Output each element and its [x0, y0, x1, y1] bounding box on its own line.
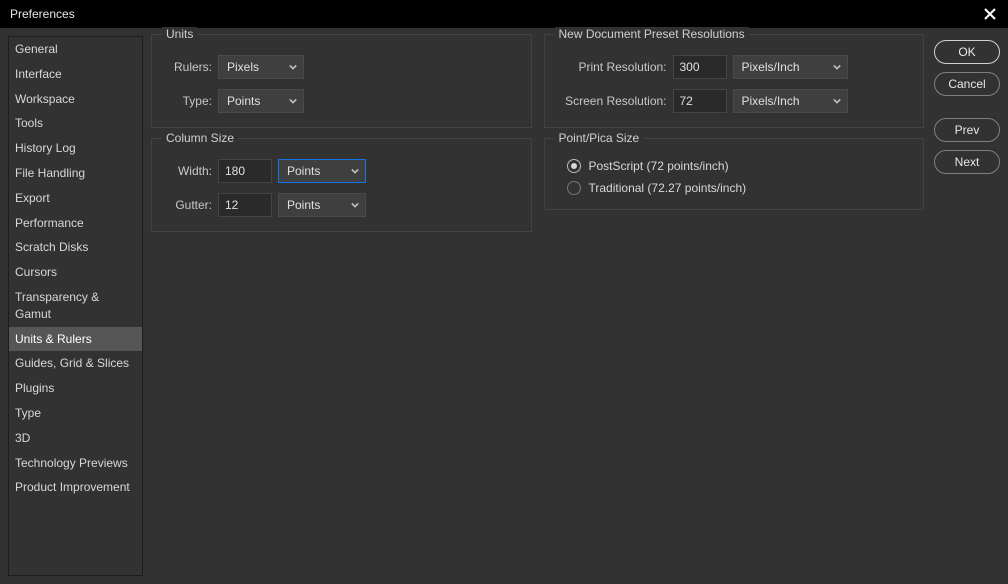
- close-icon: [984, 8, 996, 20]
- rulers-label: Rulers:: [166, 60, 212, 74]
- screen-res-unit-select[interactable]: Pixels/Inch: [733, 89, 848, 113]
- postscript-radio[interactable]: PostScript (72 points/inch): [559, 159, 910, 173]
- main-area: Units Rulers: Pixels Type: Points: [143, 28, 1008, 584]
- sidebar-item-units-rulers[interactable]: Units & Rulers: [9, 327, 142, 352]
- screen-res-input[interactable]: 72: [673, 89, 727, 113]
- type-value: Points: [227, 94, 260, 108]
- chevron-down-icon: [289, 97, 297, 105]
- print-res-label: Print Resolution:: [559, 60, 667, 74]
- sidebar-item-cursors[interactable]: Cursors: [9, 260, 142, 285]
- gutter-label: Gutter:: [166, 198, 212, 212]
- postscript-label: PostScript (72 points/inch): [589, 159, 729, 173]
- traditional-radio[interactable]: Traditional (72.27 points/inch): [559, 181, 910, 195]
- titlebar: Preferences: [0, 0, 1008, 28]
- ok-button[interactable]: OK: [934, 40, 1000, 64]
- point-pica-fieldset: Point/Pica Size PostScript (72 points/in…: [544, 138, 925, 210]
- sidebar-item-guides-grid-slices[interactable]: Guides, Grid & Slices: [9, 351, 142, 376]
- content: Units Rulers: Pixels Type: Points: [151, 34, 924, 576]
- cancel-button[interactable]: Cancel: [934, 72, 1000, 96]
- units-fieldset: Units Rulers: Pixels Type: Points: [151, 34, 532, 128]
- sidebar-item-product-improvement[interactable]: Product Improvement: [9, 475, 142, 500]
- sidebar-item-plugins[interactable]: Plugins: [9, 376, 142, 401]
- left-column: Units Rulers: Pixels Type: Points: [151, 34, 532, 576]
- type-label: Type:: [166, 94, 212, 108]
- width-unit-select[interactable]: Points: [278, 159, 366, 183]
- chevron-down-icon: [351, 167, 359, 175]
- window-title: Preferences: [10, 7, 75, 21]
- screen-res-label: Screen Resolution:: [559, 94, 667, 108]
- rulers-select[interactable]: Pixels: [218, 55, 304, 79]
- chevron-down-icon: [351, 201, 359, 209]
- sidebar-item-3d[interactable]: 3D: [9, 426, 142, 451]
- next-button[interactable]: Next: [934, 150, 1000, 174]
- print-res-unit-select[interactable]: Pixels/Inch: [733, 55, 848, 79]
- gutter-unit-value: Points: [287, 198, 320, 212]
- new-doc-fieldset: New Document Preset Resolutions Print Re…: [544, 34, 925, 128]
- print-res-unit-value: Pixels/Inch: [742, 60, 800, 74]
- right-column: New Document Preset Resolutions Print Re…: [544, 34, 925, 576]
- sidebar-item-file-handling[interactable]: File Handling: [9, 161, 142, 186]
- dialog-buttons: OK Cancel Prev Next: [934, 34, 1000, 576]
- width-label: Width:: [166, 164, 212, 178]
- sidebar-item-interface[interactable]: Interface: [9, 62, 142, 87]
- point-pica-legend: Point/Pica Size: [555, 131, 644, 145]
- rulers-value: Pixels: [227, 60, 259, 74]
- column-size-legend: Column Size: [162, 131, 238, 145]
- radio-icon: [567, 159, 581, 173]
- chevron-down-icon: [833, 63, 841, 71]
- chevron-down-icon: [289, 63, 297, 71]
- chevron-down-icon: [833, 97, 841, 105]
- sidebar-item-technology-previews[interactable]: Technology Previews: [9, 451, 142, 476]
- sidebar-item-workspace[interactable]: Workspace: [9, 87, 142, 112]
- new-doc-legend: New Document Preset Resolutions: [555, 27, 749, 41]
- screen-res-unit-value: Pixels/Inch: [742, 94, 800, 108]
- column-size-fieldset: Column Size Width: 180 Points Gutter: 12: [151, 138, 532, 232]
- traditional-label: Traditional (72.27 points/inch): [589, 181, 747, 195]
- type-select[interactable]: Points: [218, 89, 304, 113]
- sidebar-item-type[interactable]: Type: [9, 401, 142, 426]
- sidebar-item-transparency-gamut[interactable]: Transparency & Gamut: [9, 285, 142, 327]
- dialog-body: GeneralInterfaceWorkspaceToolsHistory Lo…: [0, 28, 1008, 584]
- radio-icon: [567, 181, 581, 195]
- close-button[interactable]: [982, 6, 998, 22]
- prev-button[interactable]: Prev: [934, 118, 1000, 142]
- sidebar-item-scratch-disks[interactable]: Scratch Disks: [9, 235, 142, 260]
- sidebar-item-export[interactable]: Export: [9, 186, 142, 211]
- print-res-input[interactable]: 300: [673, 55, 727, 79]
- width-input[interactable]: 180: [218, 159, 272, 183]
- preferences-sidebar: GeneralInterfaceWorkspaceToolsHistory Lo…: [8, 36, 143, 576]
- gutter-unit-select[interactable]: Points: [278, 193, 366, 217]
- units-legend: Units: [162, 27, 197, 41]
- width-unit-value: Points: [287, 164, 320, 178]
- gutter-input[interactable]: 12: [218, 193, 272, 217]
- sidebar-item-tools[interactable]: Tools: [9, 111, 142, 136]
- sidebar-item-history-log[interactable]: History Log: [9, 136, 142, 161]
- sidebar-item-performance[interactable]: Performance: [9, 211, 142, 236]
- sidebar-item-general[interactable]: General: [9, 37, 142, 62]
